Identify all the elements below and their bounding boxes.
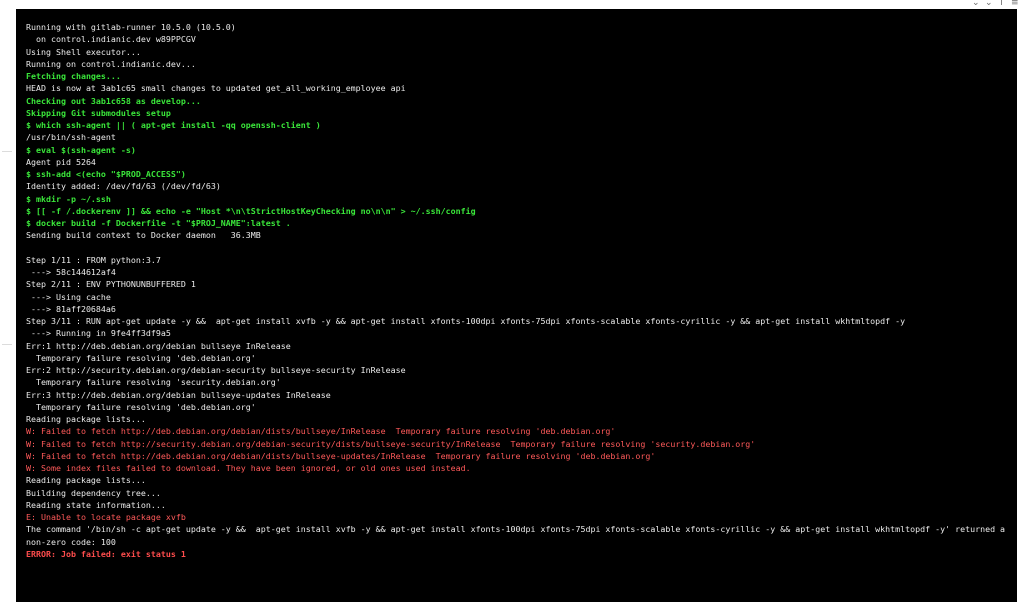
log-line: W: Failed to fetch http://deb.debian.org… <box>26 426 616 437</box>
left-gutter <box>0 9 16 602</box>
log-line: ---> 58c144612af4 <box>26 267 116 277</box>
log-line: Step 2/11 : ENV PYTHONUNBUFFERED 1 <box>26 279 196 290</box>
log-line: Err:2 http://security.debian.org/debian-… <box>26 365 406 375</box>
log-line: non-zero code: 100 <box>26 536 116 547</box>
job-log-terminal[interactable]: Running with gitlab-runner 10.5.0 (10.5.… <box>16 9 1017 602</box>
gutter-divider <box>2 344 12 345</box>
log-line: ---> Using cache <box>26 291 111 302</box>
log-line: $ which ssh-agent || ( apt-get install -… <box>26 120 321 130</box>
log-line: W: Failed to fetch http://deb.debian.org… <box>26 450 656 461</box>
log-line: Temporary failure resolving 'deb.debian.… <box>26 401 256 412</box>
log-line: Agent pid 5264 <box>26 156 96 167</box>
log-line: $ eval $(ssh-agent -s) <box>26 144 136 155</box>
log-line: ---> Running in 9fe4ff3df9a5 <box>26 328 171 339</box>
job-log-output: Running with gitlab-runner 10.5.0 (10.5.… <box>26 21 1011 560</box>
log-line: Step 1/11 : FROM python:3.7 <box>26 254 161 265</box>
log-line: W: Failed to fetch http://security.debia… <box>26 438 756 449</box>
log-line: E: Unable to locate package xvfb <box>26 512 186 522</box>
log-line: Temporary failure resolving 'security.de… <box>26 377 281 388</box>
log-line: Reading state information... <box>26 499 166 510</box>
log-line: Err:1 http://deb.debian.org/debian bulls… <box>26 340 291 351</box>
log-line: Identity added: /dev/fd/63 (/dev/fd/63) <box>26 181 221 192</box>
log-line: $ docker build -f Dockerfile -t "$PROJ_N… <box>26 218 291 228</box>
log-line: W: Some index files failed to download. … <box>26 463 471 473</box>
log-line: Skipping Git submodules setup <box>26 107 171 118</box>
log-line: ---> 81aff20684a6 <box>26 303 116 314</box>
top-toolbar: ⌄ ⌄ ı ≡ <box>972 0 1018 9</box>
log-line: Running on control.indianic.dev... <box>26 58 196 69</box>
log-line: on control.indianic.dev w89PPCGV <box>26 34 196 45</box>
log-line: HEAD is now at 3ab1c65 small changes to … <box>26 83 406 94</box>
log-line: Sending build context to Docker daemon 3… <box>26 230 261 241</box>
window-top-strip: ⌄ ⌄ ı ≡ <box>0 0 1024 9</box>
log-line: /usr/bin/ssh-agent <box>26 132 116 143</box>
gutter-divider <box>2 151 12 152</box>
log-line: Building dependency tree... <box>26 487 161 498</box>
chevron-icon[interactable]: ⌄ <box>985 0 993 9</box>
menu-icon[interactable]: ≡ <box>1011 0 1018 9</box>
log-line: Running with gitlab-runner 10.5.0 (10.5.… <box>26 22 236 32</box>
log-line: Reading package lists... <box>26 414 146 424</box>
right-border <box>1017 9 1024 602</box>
chevron-icon[interactable]: ⌄ <box>972 0 980 9</box>
log-line: $ [[ -f /.dockerenv ]] && echo -e "Host … <box>26 205 476 216</box>
log-line: ERROR: Job failed: exit status 1 <box>26 548 186 559</box>
log-line: The command '/bin/sh -c apt-get update -… <box>26 524 1006 535</box>
log-line: Temporary failure resolving 'deb.debian.… <box>26 352 256 363</box>
log-line: $ ssh-add <(echo "$PROD_ACCESS") <box>26 169 186 179</box>
log-line: Step 3/11 : RUN apt-get update -y && apt… <box>26 316 906 326</box>
log-line: Err:3 http://deb.debian.org/debian bulls… <box>26 389 331 400</box>
log-line: Using Shell executor... <box>26 46 141 57</box>
log-line: $ mkdir -p ~/.ssh <box>26 193 111 204</box>
log-line: Reading package lists... <box>26 475 146 486</box>
log-line: Fetching changes... <box>26 71 121 81</box>
log-line: Checking out 3ab1c658 as develop... <box>26 95 201 106</box>
info-icon[interactable]: ı <box>998 0 1005 9</box>
